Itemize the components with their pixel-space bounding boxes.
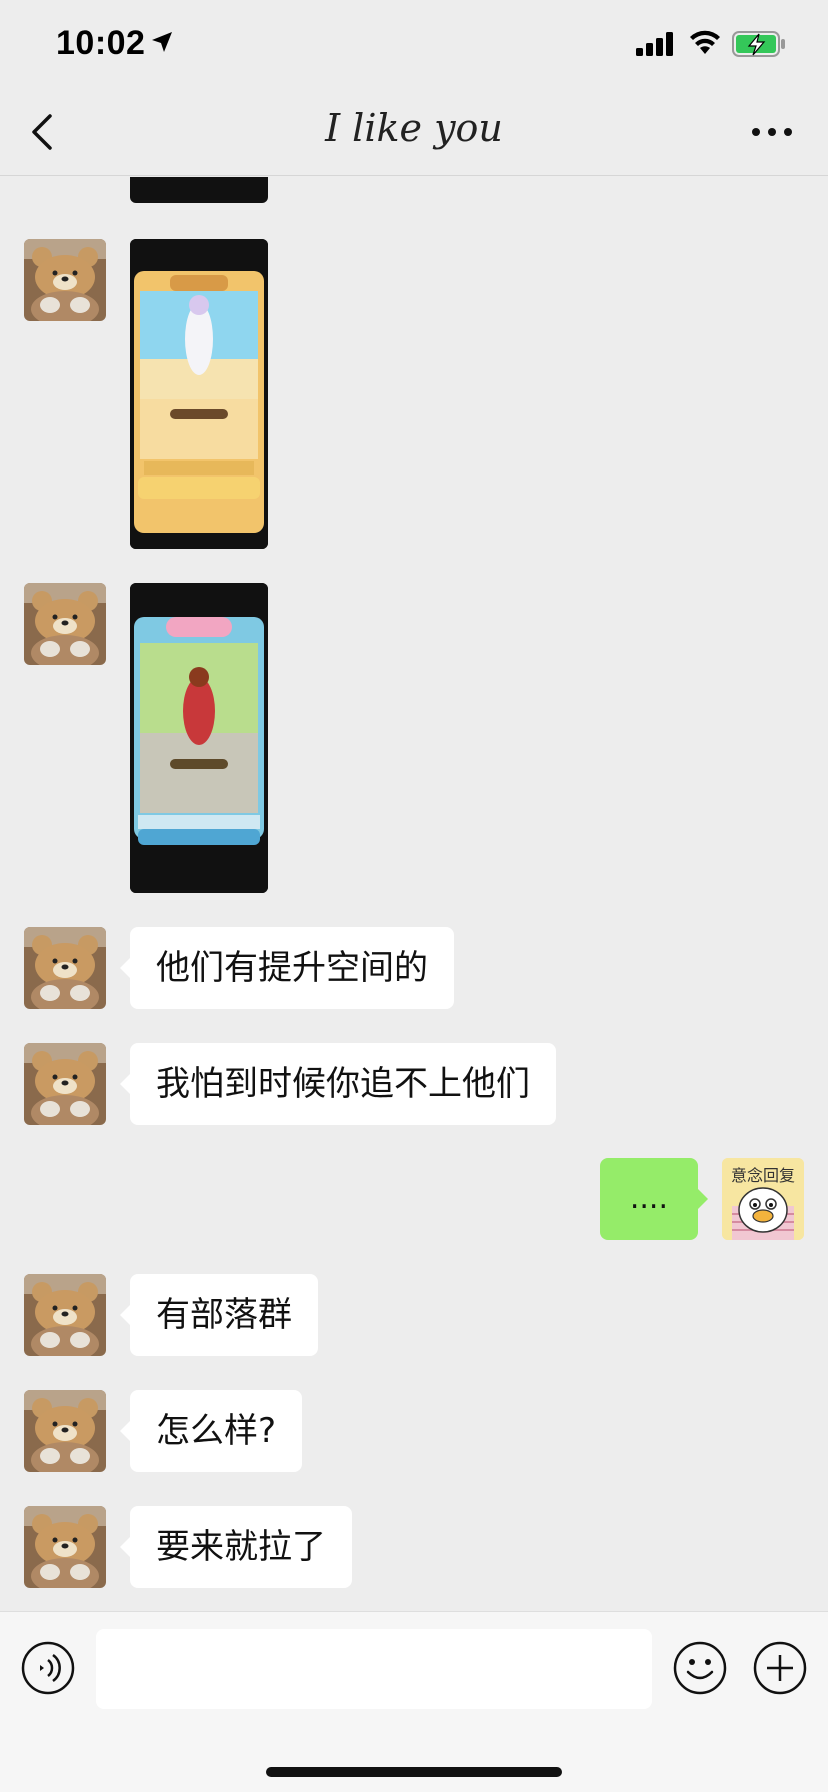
message-bubble[interactable]: 怎么样? [119, 1390, 303, 1472]
image-message-partial[interactable] [130, 177, 268, 203]
chat-header: I like you [0, 88, 828, 176]
my-avatar[interactable]: 意念回复 [722, 1158, 804, 1240]
image-message[interactable] [130, 583, 268, 893]
battery-charging-icon [732, 31, 785, 57]
message-bubble[interactable]: 要来就拉了 [120, 1506, 352, 1588]
sticker-caption: 意念回复 [730, 1166, 795, 1185]
message-bubble[interactable]: 我怕到时候你追不上他们 [120, 1043, 556, 1125]
avatar[interactable] [24, 583, 106, 665]
input-bar [0, 1611, 828, 1792]
message-list[interactable]: 他们有提升空间的 我怕到时候你追不上他们 .... 意念回复 有部落群 怎么样? [0, 177, 828, 1611]
plus-icon[interactable] [752, 1640, 808, 1696]
avatar[interactable] [24, 1390, 106, 1472]
emoji-icon[interactable] [672, 1640, 728, 1696]
message-bubble[interactable]: 他们有提升空间的 [120, 927, 454, 1009]
signal-icon [636, 32, 673, 56]
location-arrow-icon [152, 32, 172, 52]
home-indicator[interactable] [266, 1767, 562, 1777]
avatar[interactable] [24, 1506, 106, 1588]
voice-icon[interactable] [20, 1640, 76, 1696]
status-bar: 10:02 [0, 0, 828, 88]
message-input[interactable] [96, 1629, 652, 1709]
avatar[interactable] [24, 1043, 106, 1125]
message-bubble[interactable]: 有部落群 [120, 1274, 318, 1356]
my-message-bubble[interactable]: .... [599, 1158, 709, 1240]
avatar[interactable] [24, 927, 106, 1009]
avatar[interactable] [24, 239, 106, 321]
wifi-icon [690, 30, 720, 54]
status-time: 10:02 [56, 24, 146, 62]
image-message[interactable] [130, 239, 268, 549]
more-dots-icon[interactable] [750, 118, 794, 146]
avatar[interactable] [24, 1274, 106, 1356]
chat-title: I like you [325, 106, 503, 150]
